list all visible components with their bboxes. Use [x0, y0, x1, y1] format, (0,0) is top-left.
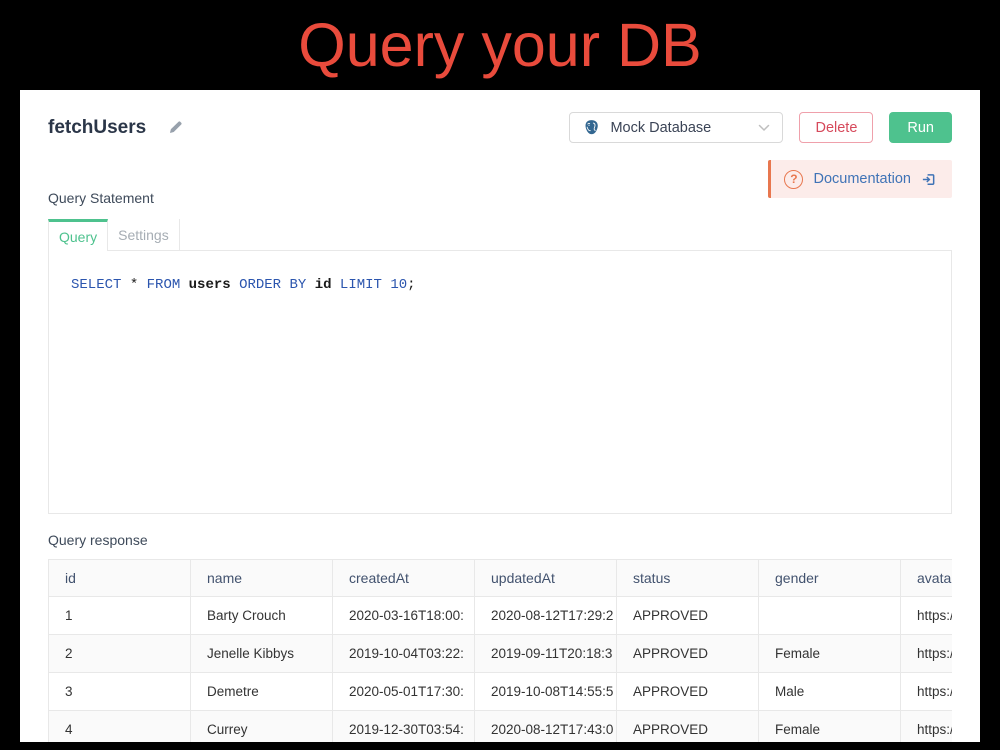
query-response-label: Query response — [48, 532, 952, 548]
query-editor-panel: fetchUsers — [20, 90, 980, 742]
tab-settings[interactable]: Settings — [108, 219, 180, 250]
sql-token: users — [189, 277, 231, 293]
sql-code: SELECT * FROM users ORDER BY id LIMIT 10… — [49, 251, 951, 294]
column-header: createdAt — [333, 560, 475, 597]
sql-token: * — [121, 277, 146, 293]
column-header: status — [617, 560, 759, 597]
page-title: Query your DB — [0, 0, 1000, 90]
table-cell: 2019-12-30T03:54: — [333, 711, 475, 743]
tab-bar: Query Settings — [48, 219, 952, 251]
response-table-wrapper: idnamecreatedAtupdatedAtstatusgenderavat… — [48, 559, 952, 742]
table-row: 1Barty Crouch2020-03-16T18:00:2020-08-12… — [49, 597, 953, 635]
response-table: idnamecreatedAtupdatedAtstatusgenderavat… — [48, 559, 952, 742]
table-cell: 2019-09-11T20:18:3 — [475, 635, 617, 673]
question-circle-icon: ? — [784, 170, 803, 189]
edit-name-icon[interactable] — [168, 120, 183, 135]
column-header: gender — [759, 560, 901, 597]
table-cell: Male — [759, 673, 901, 711]
page-background: Query your DB fetchUsers — [0, 0, 1000, 750]
table-cell: 2020-08-12T17:29:2 — [475, 597, 617, 635]
table-row: 2Jenelle Kibbys2019-10-04T03:22:2019-09-… — [49, 635, 953, 673]
table-row: 3Demetre2020-05-01T17:30:2019-10-08T14:5… — [49, 673, 953, 711]
delete-button[interactable]: Delete — [799, 112, 873, 143]
table-cell: 2020-08-12T17:43:0 — [475, 711, 617, 743]
open-docs-icon — [921, 172, 936, 187]
table-cell: APPROVED — [617, 673, 759, 711]
sql-token — [231, 277, 239, 293]
table-cell: 2019-10-08T14:55:5 — [475, 673, 617, 711]
sql-token: ; — [407, 277, 415, 293]
sql-token — [306, 277, 314, 293]
run-button[interactable]: Run — [889, 112, 952, 143]
sql-token: SELECT — [71, 277, 121, 293]
query-header-bar: fetchUsers — [48, 90, 952, 143]
table-cell: 2019-10-04T03:22: — [333, 635, 475, 673]
table-cell: https:// — [901, 711, 953, 743]
sql-token: 10 — [390, 277, 407, 293]
query-actions: Mock Database Delete Run — [569, 112, 952, 143]
table-cell: Currey — [191, 711, 333, 743]
column-header: updatedAt — [475, 560, 617, 597]
table-cell: https:// — [901, 635, 953, 673]
table-cell: Barty Crouch — [191, 597, 333, 635]
table-cell: https:// — [901, 597, 953, 635]
table-cell: Female — [759, 711, 901, 743]
sql-token — [332, 277, 340, 293]
table-cell: https:// — [901, 673, 953, 711]
documentation-link[interactable]: ? Documentation — [768, 160, 952, 198]
database-select-value: Mock Database — [610, 120, 749, 136]
sql-token — [180, 277, 188, 293]
table-cell: 4 — [49, 711, 191, 743]
sql-token: FROM — [147, 277, 181, 293]
sql-token: LIMIT — [340, 277, 382, 293]
column-header: avatar — [901, 560, 953, 597]
query-name: fetchUsers — [48, 117, 146, 139]
table-cell: 1 — [49, 597, 191, 635]
table-cell: Jenelle Kibbys — [191, 635, 333, 673]
sql-editor[interactable]: SELECT * FROM users ORDER BY id LIMIT 10… — [48, 251, 952, 514]
table-cell: 2020-03-16T18:00: — [333, 597, 475, 635]
table-cell: 2 — [49, 635, 191, 673]
table-cell — [759, 597, 901, 635]
postgresql-icon — [582, 118, 601, 137]
chevron-down-icon — [758, 124, 770, 132]
table-cell: Female — [759, 635, 901, 673]
table-cell: APPROVED — [617, 635, 759, 673]
table-cell: APPROVED — [617, 597, 759, 635]
database-select[interactable]: Mock Database — [569, 112, 783, 143]
table-cell: 3 — [49, 673, 191, 711]
documentation-label: Documentation — [813, 171, 911, 187]
tab-query[interactable]: Query — [48, 219, 108, 251]
column-header: name — [191, 560, 333, 597]
query-name-group: fetchUsers — [48, 117, 183, 139]
table-header-row: idnamecreatedAtupdatedAtstatusgenderavat… — [49, 560, 953, 597]
sql-token: id — [315, 277, 332, 293]
table-row: 4Currey2019-12-30T03:54:2020-08-12T17:43… — [49, 711, 953, 743]
table-cell: 2020-05-01T17:30: — [333, 673, 475, 711]
table-cell: APPROVED — [617, 711, 759, 743]
column-header: id — [49, 560, 191, 597]
sql-token: ORDER BY — [239, 277, 306, 293]
table-cell: Demetre — [191, 673, 333, 711]
